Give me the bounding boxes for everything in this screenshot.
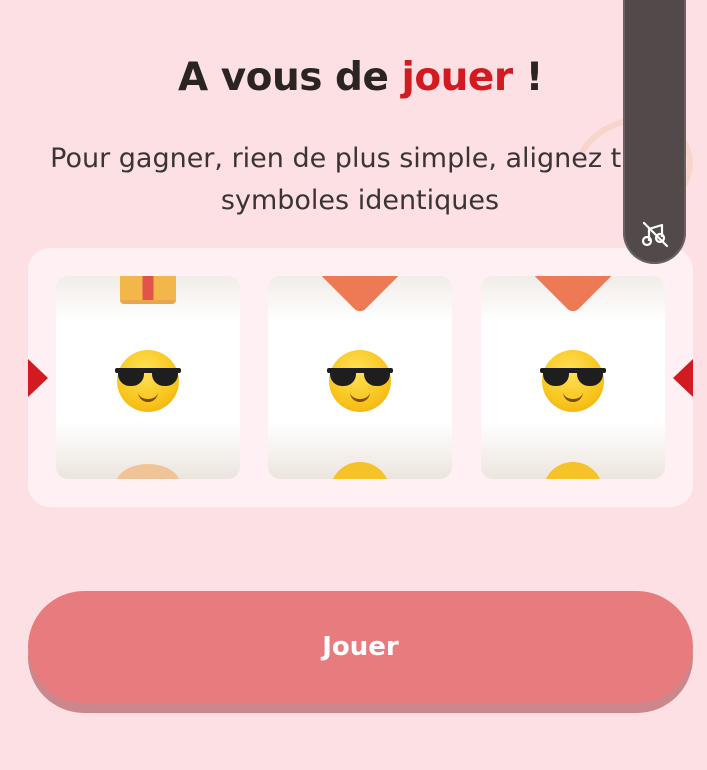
smiley-icon	[543, 462, 603, 479]
sunglasses-smiley-icon	[327, 350, 393, 412]
gift-icon	[120, 276, 176, 304]
slot-reel-2	[268, 276, 452, 479]
heart-icon	[116, 464, 180, 479]
slot-reel-3	[481, 276, 665, 479]
title-prefix: A vous de	[178, 55, 402, 100]
instructions-text: Pour gagner, rien de plus simple, aligne…	[50, 143, 670, 216]
sunglasses-smiley-icon	[115, 350, 181, 412]
right-pointer-icon	[673, 359, 693, 397]
left-pointer-icon	[28, 359, 48, 397]
play-button[interactable]: Jouer	[28, 591, 693, 703]
heart-icon	[530, 276, 616, 315]
smiley-icon	[330, 462, 390, 479]
heart-icon	[317, 276, 403, 315]
slot-reel-1	[56, 276, 240, 479]
title-suffix: !	[512, 55, 544, 100]
sound-off-icon[interactable]	[640, 219, 670, 249]
page-title: A vous de jouer !	[0, 52, 707, 104]
sunglasses-smiley-icon	[540, 350, 606, 412]
title-accent: jouer	[401, 55, 513, 100]
